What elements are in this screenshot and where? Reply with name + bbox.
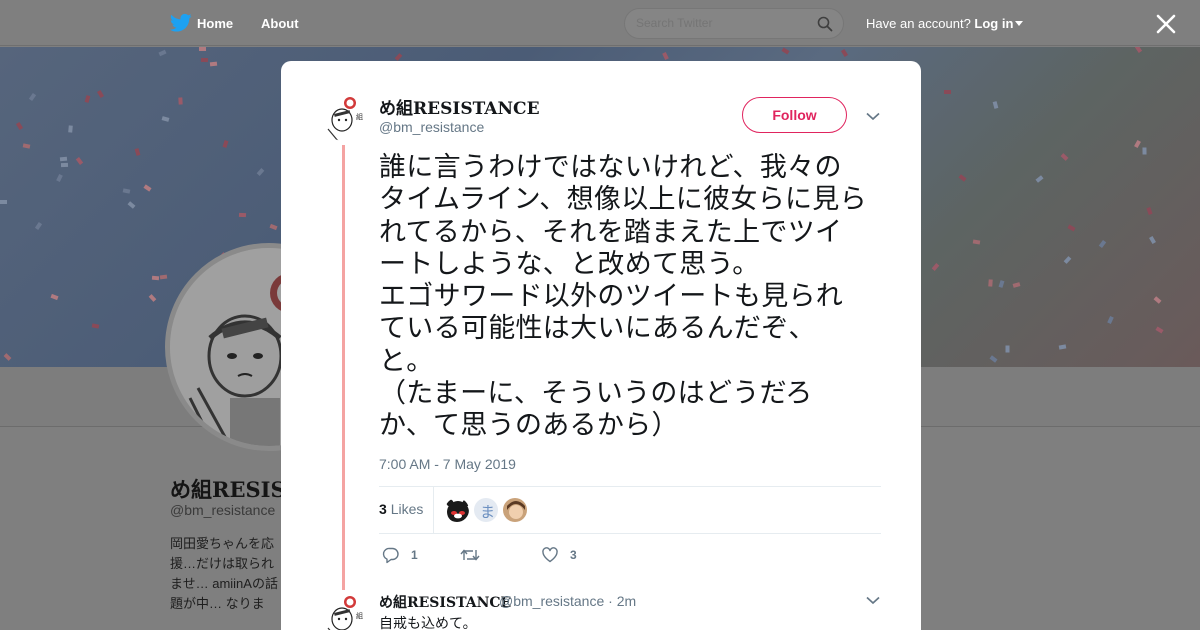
liker-avatar[interactable] <box>502 497 528 523</box>
likes-label: Likes <box>390 501 424 517</box>
svg-text:組: 組 <box>356 611 363 620</box>
reply-author-handle[interactable]: @bm_resistance · 2m <box>499 593 636 609</box>
heart-icon[interactable] <box>541 546 559 564</box>
liker-avatar[interactable]: ま <box>473 497 499 523</box>
author-name[interactable]: め組RESISTANCE <box>379 94 540 119</box>
reply-author-name[interactable]: め組RESISTANCE <box>379 592 511 612</box>
tweet-timestamp[interactable]: 7:00 AM - 7 May 2019 <box>379 456 516 472</box>
liker-avatar[interactable] <box>444 497 470 523</box>
have-account-text: Have an account? <box>866 16 971 31</box>
twitter-bird-icon[interactable] <box>170 13 192 33</box>
retweet-action[interactable] <box>460 546 500 564</box>
svg-text:ま: ま <box>480 503 495 521</box>
profile-handle: @bm_resistance <box>170 502 276 518</box>
tweet-modal: 組 め組RESISTANCE @bm_resistance Follow 誰に言… <box>281 61 921 630</box>
likes-number: 3 <box>379 501 387 517</box>
caret-down-icon[interactable] <box>1015 21 1024 26</box>
like-action[interactable]: 3 <box>541 546 581 564</box>
close-icon[interactable] <box>1155 13 1177 35</box>
like-count: 3 <box>570 548 577 562</box>
likes-stat[interactable]: 3 Likes <box>379 501 423 517</box>
search-icon[interactable] <box>817 16 833 32</box>
svg-text:組: 組 <box>356 112 363 121</box>
retweet-icon[interactable] <box>460 546 480 564</box>
follow-button[interactable]: Follow <box>742 97 847 133</box>
likes-separator <box>433 487 434 533</box>
chevron-down-icon[interactable] <box>866 596 880 605</box>
divider <box>379 533 881 534</box>
reply-text: 自戒も込めて。 <box>379 615 477 630</box>
tweet-text: 誰に言うわけではないけれど、我々の タイムライン、想像以上に彼女らに見ら れてる… <box>379 152 867 442</box>
chevron-down-icon[interactable] <box>866 112 880 121</box>
divider <box>379 486 881 487</box>
login-prompt: Have an account? Log in <box>866 16 1024 31</box>
nav-about-link[interactable]: About <box>261 16 299 31</box>
login-link[interactable]: Log in <box>974 16 1013 31</box>
search-box[interactable] <box>624 8 844 39</box>
reply-action[interactable]: 1 <box>382 546 422 564</box>
search-input[interactable] <box>636 16 806 30</box>
author-avatar[interactable]: 組 <box>320 93 368 141</box>
profile-bio: 岡田愛ちゃんを応援…だけは取られませ… amiinAの話題が中… なります。 <box>170 536 278 611</box>
nav-home-link[interactable]: Home <box>197 16 233 31</box>
reply-author-avatar[interactable]: 組 <box>320 592 368 630</box>
reply-icon[interactable] <box>382 546 400 564</box>
top-nav: Home About Have an account? Log in <box>0 0 1200 46</box>
author-handle[interactable]: @bm_resistance <box>379 119 484 135</box>
thread-line <box>342 145 345 590</box>
reply-count: 1 <box>411 548 418 562</box>
